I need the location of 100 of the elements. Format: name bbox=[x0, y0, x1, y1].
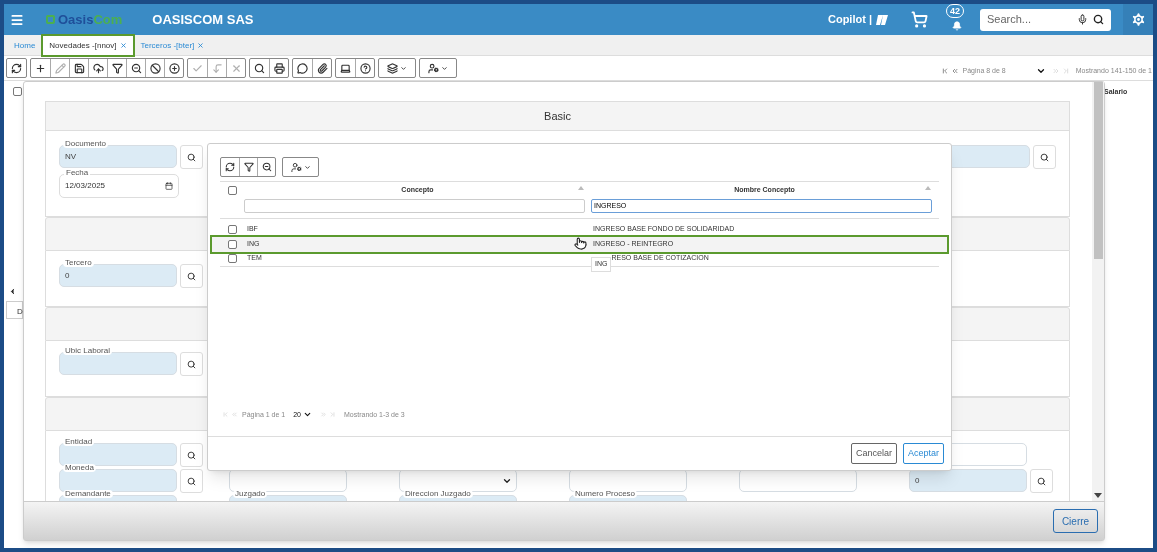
search-button[interactable] bbox=[180, 469, 203, 493]
search-icon bbox=[254, 62, 265, 74]
close-icon bbox=[230, 62, 242, 74]
filter-field[interactable] bbox=[244, 198, 585, 213]
toolbar-button[interactable] bbox=[312, 59, 331, 77]
filter-icon bbox=[243, 162, 254, 172]
paperclip-icon bbox=[316, 62, 328, 74]
search-button[interactable] bbox=[180, 443, 203, 467]
notifications[interactable]: 42 bbox=[946, 6, 968, 33]
search-icon bbox=[187, 271, 196, 281]
filter-icon bbox=[111, 62, 123, 74]
text-field[interactable] bbox=[59, 352, 177, 375]
close-button[interactable]: Cierre bbox=[1053, 509, 1098, 533]
first-page-icon[interactable] bbox=[940, 67, 949, 75]
text-field[interactable]: 0 bbox=[909, 469, 1027, 492]
refresh-icon bbox=[11, 62, 22, 74]
text-field[interactable]: NV bbox=[59, 145, 177, 168]
ban-icon bbox=[149, 62, 161, 74]
toolbar-button[interactable] bbox=[107, 59, 126, 77]
layers-icon bbox=[387, 62, 398, 74]
toolbar-button[interactable] bbox=[164, 59, 183, 77]
cloud-upload-icon bbox=[92, 62, 104, 74]
field-label: Documento bbox=[63, 140, 108, 148]
hand-cursor-icon bbox=[574, 237, 587, 250]
field-label: Demandante bbox=[63, 490, 113, 498]
chat-icon bbox=[297, 62, 308, 74]
search-field[interactable]: Search... bbox=[980, 8, 1111, 31]
page-size-chevron-icon[interactable] bbox=[1035, 66, 1046, 76]
calendar-icon[interactable] bbox=[165, 182, 173, 190]
search-icon bbox=[187, 152, 196, 162]
search-icon bbox=[187, 359, 196, 369]
tab[interactable]: D bbox=[6, 301, 23, 319]
checkbox[interactable] bbox=[227, 239, 237, 249]
search-icon bbox=[1037, 476, 1046, 486]
cart-icon[interactable] bbox=[911, 11, 928, 28]
text-field[interactable]: 0 bbox=[59, 264, 177, 287]
checkbox[interactable] bbox=[227, 224, 237, 234]
toolbar-button[interactable] bbox=[239, 158, 257, 176]
search-button[interactable] bbox=[180, 145, 203, 169]
save-icon bbox=[73, 62, 85, 74]
search-button[interactable] bbox=[1030, 469, 1053, 493]
search-icon bbox=[187, 476, 196, 486]
field-label: Fecha bbox=[64, 168, 91, 178]
company-name: OASISCOM SAS bbox=[152, 10, 254, 29]
scrollbar[interactable] bbox=[1092, 82, 1104, 501]
search-button[interactable] bbox=[180, 352, 203, 376]
toolbar-button[interactable] bbox=[282, 157, 319, 177]
field-label: Numero Proceso bbox=[573, 490, 638, 498]
logo: OasisCom bbox=[46, 13, 123, 26]
notification-badge: 42 bbox=[946, 3, 964, 18]
plus-icon bbox=[35, 62, 46, 74]
close-icon[interactable] bbox=[197, 42, 205, 49]
checkbox[interactable] bbox=[13, 87, 22, 96]
check-icon bbox=[192, 62, 203, 74]
checkbox[interactable] bbox=[227, 186, 237, 195]
field-label: Juzgado bbox=[233, 490, 268, 498]
copilot-icon[interactable] bbox=[875, 12, 889, 27]
laptop-icon bbox=[340, 62, 351, 74]
field-label: Direccion Juzgado bbox=[403, 490, 473, 498]
help-icon bbox=[359, 62, 371, 74]
zoom-out-icon bbox=[261, 162, 272, 172]
accept-button[interactable]: Aceptar bbox=[902, 443, 944, 464]
scroll-left-icon[interactable] bbox=[8, 287, 17, 296]
search-icon bbox=[1040, 152, 1049, 162]
bell-icon bbox=[952, 20, 962, 31]
text-field[interactable] bbox=[59, 469, 177, 492]
plus-circle-icon bbox=[168, 62, 180, 74]
pencil-icon bbox=[54, 62, 66, 74]
previous-page-icon[interactable] bbox=[950, 67, 959, 75]
refresh-icon bbox=[225, 162, 235, 172]
text-field[interactable] bbox=[739, 469, 857, 492]
toolbar-button[interactable] bbox=[355, 59, 374, 77]
field-label: Entidad bbox=[63, 438, 95, 446]
toolbar-button[interactable] bbox=[145, 59, 164, 77]
copilot-label[interactable]: Copilot | bbox=[828, 11, 872, 28]
arrow-down-icon bbox=[211, 62, 223, 74]
toolbar-button[interactable] bbox=[269, 59, 288, 77]
field-label: Ubic Laboral bbox=[63, 347, 112, 355]
settings-icon[interactable] bbox=[1129, 11, 1147, 28]
menu-icon[interactable] bbox=[10, 12, 24, 27]
tab[interactable]: Novedades -[nnov] bbox=[43, 36, 133, 55]
search-icon[interactable] bbox=[1093, 14, 1104, 25]
search-icon bbox=[187, 450, 196, 460]
search-input[interactable]: Search... bbox=[987, 11, 1072, 28]
text-field[interactable] bbox=[59, 443, 177, 466]
microphone-icon[interactable] bbox=[1077, 14, 1088, 25]
caret-icon bbox=[441, 64, 448, 72]
field-label: Tercero bbox=[63, 259, 94, 267]
printer-icon bbox=[273, 62, 285, 74]
field-label: Moneda bbox=[63, 464, 96, 472]
caret-icon bbox=[303, 163, 311, 171]
user-settings-icon bbox=[428, 62, 439, 74]
search-button[interactable] bbox=[180, 264, 203, 288]
cancel-button[interactable]: Cancelar bbox=[850, 443, 897, 464]
toolbar-button[interactable] bbox=[88, 59, 107, 77]
close-icon[interactable] bbox=[119, 42, 127, 49]
section-title: Basic bbox=[544, 108, 571, 124]
caret-icon bbox=[400, 64, 407, 72]
checkbox[interactable] bbox=[227, 254, 237, 263]
search-button[interactable] bbox=[1033, 145, 1056, 169]
